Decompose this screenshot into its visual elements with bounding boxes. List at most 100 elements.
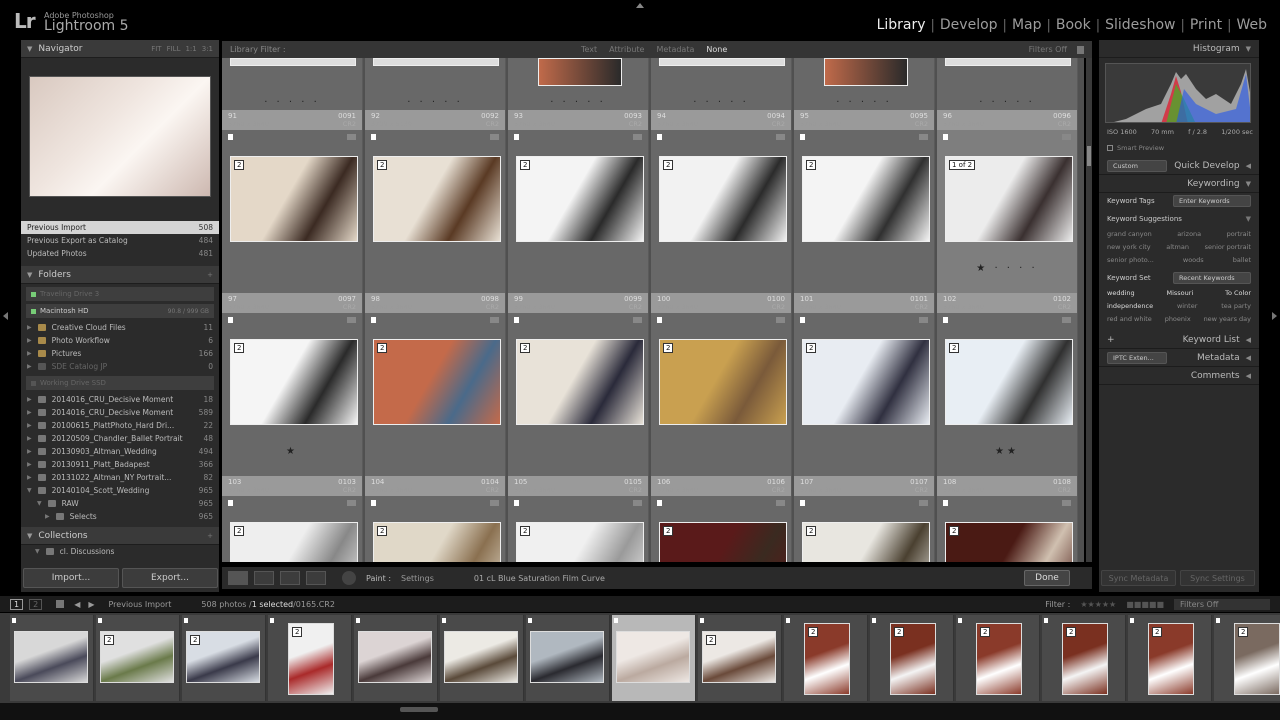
filmstrip-cell[interactable]: 2 — [1128, 615, 1212, 701]
flag-icon[interactable] — [700, 618, 704, 623]
filmstrip-cell[interactable]: 2 — [1042, 615, 1126, 701]
grid-cell[interactable]: 99 0099 5760 x 3840 CR2 2 — [508, 293, 649, 476]
folder-item[interactable]: ▶ 2014016_CRU_Decisive Moment 18 — [21, 393, 219, 406]
filmstrip-thumbnail[interactable]: 2 — [976, 623, 1022, 695]
filmstrip-cell[interactable]: 2 — [1214, 615, 1280, 701]
grid-cell[interactable]: 108 0108 5760 x 3840 CR2 2 — [937, 476, 1078, 562]
rating-stars[interactable] — [222, 260, 362, 276]
keyword-set-word[interactable]: new years day — [1204, 315, 1251, 323]
stack-count-badge[interactable]: 2 — [663, 526, 674, 536]
grid-cell[interactable]: 103 0103 5760 x 3840 CR2 2 — [222, 476, 363, 562]
filmstrip-source[interactable]: Previous Import — [109, 600, 172, 609]
thumbnail-image[interactable]: 2 — [659, 339, 787, 425]
rating-stars[interactable] — [794, 443, 934, 459]
quick-collection-icon[interactable] — [347, 317, 356, 323]
grid-cell[interactable]: 105 0105 5760 x 3840 CR2 2 — [508, 476, 649, 562]
collection-item[interactable]: ▼ cl. Discussions — [21, 545, 219, 558]
filmstrip-thumbnail[interactable]: 2 — [890, 623, 936, 695]
stack-count-badge[interactable]: 2 — [520, 160, 531, 170]
collections-header[interactable]: ▼ Collections + — [21, 527, 219, 545]
flag-icon[interactable] — [228, 134, 233, 140]
drive-traveling[interactable]: Traveling Drive 3 — [26, 287, 214, 301]
compare-view-icon[interactable] — [280, 571, 300, 585]
thumbnail-image[interactable]: 2 — [373, 156, 501, 242]
filmstrip-thumbnail[interactable] — [444, 631, 518, 683]
filmstrip-scrollbar[interactable] — [0, 703, 1280, 720]
filmstrip-thumbnail[interactable] — [358, 631, 432, 683]
filmstrip-cell[interactable]: 2 — [870, 615, 954, 701]
filmstrip-page-1[interactable]: 1 — [10, 598, 24, 610]
back-arrow-icon[interactable]: ◀ — [74, 600, 80, 609]
grid-cell[interactable]: 94 0094 5760 x 3840 CR2 2 — [651, 110, 792, 293]
filmstrip-cell[interactable] — [526, 615, 610, 701]
grid-cell[interactable]: · · · · · — [365, 58, 506, 110]
navigator-header[interactable]: ▼ Navigator FIT FILL 1:1 3:1 — [21, 40, 219, 58]
grid-cell[interactable]: · · · · · — [651, 58, 792, 110]
add-keyword-icon[interactable]: + — [1107, 335, 1115, 345]
thumbnail-image[interactable] — [945, 58, 1071, 66]
grid-cell[interactable]: 92 0092 3709 x 5139 CR2 2 — [365, 110, 506, 293]
import-button[interactable]: Import... — [23, 568, 119, 588]
expand-triangle-icon[interactable]: ▶ — [27, 350, 32, 357]
folder-item[interactable]: ▶ 20130903_Altman_Wedding 494 — [21, 445, 219, 458]
sync-metadata-button[interactable]: Sync Metadata — [1101, 570, 1176, 586]
collapse-top-arrow-icon[interactable] — [636, 3, 644, 8]
flag-icon[interactable] — [943, 134, 948, 140]
thumbnail-image[interactable]: 2 — [802, 339, 930, 425]
navigator-zoom-3-1[interactable]: 3:1 — [202, 45, 213, 53]
keyword-set-word[interactable]: Missouri — [1166, 289, 1193, 297]
folder-item[interactable]: ▶ Creative Cloud Files 11 — [21, 321, 219, 334]
stack-count-badge[interactable]: 2 — [806, 343, 817, 353]
painter-icon[interactable] — [342, 571, 356, 585]
folder-item[interactable]: ▶ 20131022_Altman_NY Portrait... 82 — [21, 471, 219, 484]
keyword-suggestion[interactable]: senior photo... — [1107, 256, 1154, 264]
stack-count-badge[interactable]: 2 — [520, 526, 531, 536]
module-book[interactable]: Book — [1051, 17, 1096, 33]
grid-cell[interactable]: 97 0097 5760 x 3840 CR2 2 ★ — [222, 293, 363, 476]
grid-cell[interactable]: 102 0102 5760 x 3840 CR2 2 ★★ — [937, 293, 1078, 476]
thumbnail-image[interactable]: 2 — [230, 339, 358, 425]
navigator-zoom-fill[interactable]: FILL — [167, 45, 181, 53]
thumbnail-image[interactable] — [373, 58, 499, 66]
flag-icon[interactable] — [614, 618, 618, 623]
filmstrip-thumbnail[interactable]: 2 — [1062, 623, 1108, 695]
stack-count-badge[interactable]: 2 — [1238, 627, 1249, 637]
thumbnail-image[interactable]: 2 — [659, 522, 787, 562]
flag-icon[interactable] — [184, 618, 188, 623]
rating-dots[interactable]: · · · · · — [794, 94, 934, 110]
grid-cell[interactable]: · · · · · — [222, 58, 363, 110]
flag-icon[interactable] — [442, 618, 446, 623]
survey-view-icon[interactable] — [306, 571, 326, 585]
filmstrip-thumbnail[interactable]: 2 — [1234, 623, 1280, 695]
thumbnail-image[interactable]: 2 — [945, 339, 1073, 425]
keyword-set-word[interactable]: phoenix — [1165, 315, 1191, 323]
paint-settings-dropdown[interactable]: Settings — [401, 574, 434, 583]
keyword-set-word[interactable]: winter — [1177, 302, 1197, 310]
rating-stars[interactable]: ★★ — [937, 443, 1077, 459]
expand-triangle-icon[interactable]: ▶ — [27, 474, 32, 481]
filmstrip-thumbnail[interactable] — [616, 631, 690, 683]
keyword-suggestion[interactable]: grand canyon — [1107, 230, 1152, 238]
stack-count-badge[interactable]: 2 — [894, 627, 905, 637]
flag-icon[interactable] — [943, 500, 948, 506]
stack-count-badge[interactable]: 2 — [234, 343, 245, 353]
flag-icon[interactable] — [1216, 618, 1220, 623]
keyword-suggestion[interactable]: arizona — [1177, 230, 1201, 238]
thumbnail-image[interactable] — [230, 58, 356, 66]
thumbnail-image[interactable]: 2 — [230, 156, 358, 242]
left-panel-toggle-arrow-icon[interactable] — [3, 312, 8, 320]
thumbnail-image[interactable]: 2 — [945, 522, 1073, 562]
stack-count-badge[interactable]: 2 — [520, 343, 531, 353]
thumbnail-image[interactable]: 2 — [802, 156, 930, 242]
grid-scrollbar[interactable] — [1086, 58, 1092, 562]
grid-cell[interactable]: · · · · · — [794, 58, 935, 110]
keyword-set-word[interactable]: To Color — [1225, 289, 1251, 297]
filter-metadata[interactable]: Metadata — [656, 45, 694, 54]
filmstrip-cell[interactable]: 2 — [182, 615, 266, 701]
drive-working-ssd[interactable]: Working Drive SSD — [26, 376, 214, 390]
flag-icon[interactable] — [228, 500, 233, 506]
flag-icon[interactable] — [786, 618, 790, 623]
filter-text[interactable]: Text — [581, 45, 597, 54]
right-panel-toggle-arrow-icon[interactable] — [1272, 312, 1277, 320]
flag-icon[interactable] — [356, 618, 360, 623]
